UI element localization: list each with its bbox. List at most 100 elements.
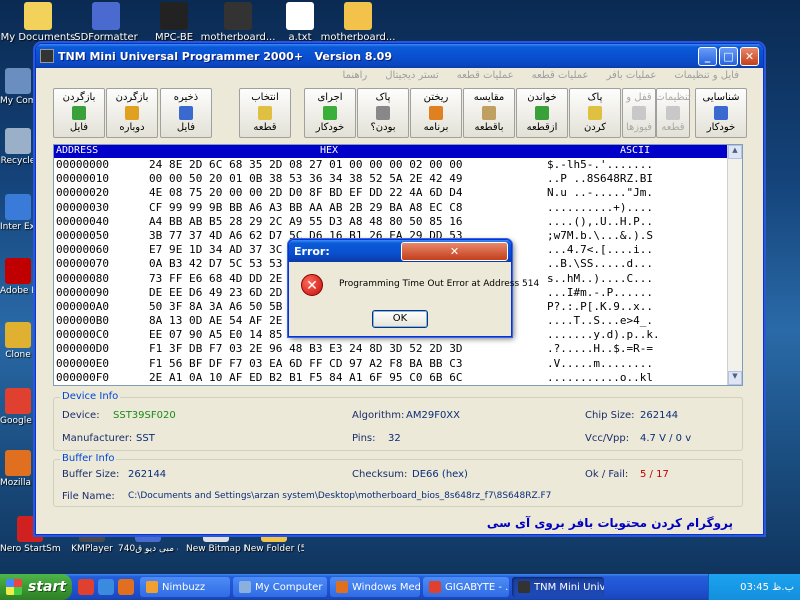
toolbar-button[interactable]: انتخاب قطعه xyxy=(239,88,291,138)
desktop-icon-label: My Documents xyxy=(0,32,76,43)
desktop-icon[interactable]: Recycle xyxy=(0,128,36,166)
toolbar-button[interactable]: بازگردن دوباره xyxy=(106,88,158,138)
hex-ascii: ..B.\SS.....d... xyxy=(547,257,653,271)
toolbar-button[interactable]: ریختن برنامه xyxy=(410,88,462,138)
file-icon xyxy=(224,2,252,30)
firefox-icon[interactable] xyxy=(118,579,134,595)
maximize-icon[interactable]: □ xyxy=(719,46,738,66)
menu-item[interactable]: عملیات بافر xyxy=(607,70,657,86)
desktop-icon[interactable]: SDFormatter xyxy=(68,2,144,43)
menu-item[interactable]: تستر دیجیتال xyxy=(385,70,438,86)
toolbar-button-label: فیوزها xyxy=(625,122,653,133)
close-icon[interactable]: ✕ xyxy=(740,46,759,66)
toolbar-button-label: ریختن xyxy=(423,92,449,103)
scroll-down-icon[interactable]: ▼ xyxy=(728,371,742,385)
desktop-icon-label: Mozilla F xyxy=(0,478,36,488)
hex-ascii: ....(),.U..H.P.. xyxy=(547,214,653,228)
scroll-up-icon[interactable]: ▲ xyxy=(728,145,742,159)
taskbar-task[interactable]: Windows Med... xyxy=(330,577,420,597)
hex-header: ADDRESS HEX ASCII xyxy=(54,145,742,158)
hex-address: 000000A0 xyxy=(56,299,109,313)
file-icon xyxy=(24,2,52,30)
toolbar-button[interactable]: قفل و فیوزها xyxy=(622,88,656,138)
hex-bytes: 24 8E 2D 6C 68 35 2D 08 27 01 00 00 00 0… xyxy=(149,158,463,171)
ok-button[interactable]: OK xyxy=(372,310,428,328)
desktop-icon[interactable]: My Documents xyxy=(0,2,76,43)
start-button[interactable]: start xyxy=(0,574,72,600)
toolbar-button[interactable]: ذخیره فایل xyxy=(160,88,212,138)
minimize-icon[interactable]: _ xyxy=(698,46,717,66)
task-buttons: Nimbuzz My Computer Windows Med... GIGABYTE… xyxy=(140,577,607,597)
toolbar-action-icon xyxy=(258,106,272,120)
menu-item[interactable]: راهنما xyxy=(343,70,368,86)
dialog-titlebar[interactable]: Error: ✕ xyxy=(289,240,511,262)
hex-bytes: F1 3F DB F7 03 2E 96 48 B3 E3 24 8D 3D 5… xyxy=(149,342,463,356)
menu-item[interactable]: عملیات قطعه xyxy=(532,70,589,86)
desktop-icon[interactable]: Inter Explo xyxy=(0,194,36,232)
desktop-icon[interactable]: Google C xyxy=(0,388,36,426)
toolbar-button[interactable]: پاک کردن xyxy=(569,88,621,138)
toolbar-button[interactable]: خواندن ازقطعه xyxy=(516,88,568,138)
taskbar-task[interactable]: Nimbuzz xyxy=(140,577,230,597)
taskbar-task[interactable]: My Computer xyxy=(233,577,327,597)
toolbar-button[interactable]: شناسایی خودکار xyxy=(695,88,747,138)
toolbar-button-label: اجرای xyxy=(317,92,343,103)
pins-label: Pins: xyxy=(352,433,376,444)
device-info-title: Device Info xyxy=(60,391,121,402)
desktop-icon[interactable]: Adobe R XI xyxy=(0,258,36,296)
hex-ascii: ..........+).... xyxy=(547,200,653,214)
desktop-icon-label: My Com xyxy=(0,96,36,106)
toolbar-button-label: خواندن xyxy=(527,92,557,103)
toolbar-action-icon xyxy=(535,106,549,120)
hex-row[interactable]: 00000010 00 00 50 20 01 0B 38 53 36 34 38… xyxy=(54,172,742,186)
desktop-icon-label: SDFormatter xyxy=(74,32,138,43)
toolbar-button-label: پاک xyxy=(587,92,603,103)
menu-item[interactable]: فایل و تنظیمات xyxy=(674,70,739,86)
toolbar-button[interactable]: بازگردن فایل xyxy=(53,88,105,138)
checksum-value: DE66 (hex) xyxy=(412,469,468,480)
toolbar-button-label: خودکار xyxy=(706,122,736,133)
desktop-icon-label: Inter Explo xyxy=(0,222,36,232)
chrome-icon[interactable] xyxy=(78,579,94,595)
hex-address: 00000090 xyxy=(56,285,109,299)
app-shortcut-icon xyxy=(5,194,31,220)
hex-row[interactable]: 00000020 4E 08 75 20 00 00 2D D0 8F BD EF… xyxy=(54,186,742,200)
hex-row[interactable]: 00000030 CF 99 99 9B BB A6 A3 BB AA AB 2B… xyxy=(54,201,742,215)
desktop-icon[interactable]: Mozilla F xyxy=(0,450,36,488)
toolbar-button[interactable]: اجرای خودکار xyxy=(304,88,356,138)
toolbar-button[interactable]: تنظیمات قطعه xyxy=(655,88,691,138)
hex-row[interactable]: 000000D0 F1 3F DB F7 03 2E 96 48 B3 E3 24… xyxy=(54,342,742,356)
windows-logo-icon xyxy=(6,579,22,595)
dialog-close-icon[interactable]: ✕ xyxy=(401,241,508,261)
toolbar-button-label: شناسایی xyxy=(702,92,740,103)
desktop-icon[interactable]: My Com xyxy=(0,68,36,106)
checksum-label: Checksum: xyxy=(352,469,408,480)
ie-icon[interactable] xyxy=(98,579,114,595)
hex-row[interactable]: 00000040 A4 BB AB B5 28 29 2C A9 55 D3 A8… xyxy=(54,215,742,229)
task-app-icon xyxy=(518,581,530,593)
hex-row[interactable]: 00000000 24 8E 2D 6C 68 35 2D 08 27 01 00… xyxy=(54,158,742,172)
hex-ascii: .V.....m........ xyxy=(547,356,653,370)
app-shortcut-icon xyxy=(5,128,31,154)
toolbar-action-icon xyxy=(482,106,496,120)
toolbar-action-icon xyxy=(588,106,602,120)
desktop-icon[interactable]: motherboard... xyxy=(320,2,396,43)
taskbar-task[interactable]: TNM Mini Univ... xyxy=(512,577,604,597)
hex-row[interactable]: 000000E0 F1 56 BF DF F7 03 EA 6D FF CD 97… xyxy=(54,357,742,371)
window-titlebar[interactable]: TNM Mini Universal Programmer 2000+ Vers… xyxy=(36,44,763,68)
desktop-icon[interactable]: Clone xyxy=(0,322,36,360)
algorithm-label: Algorithm: xyxy=(352,410,405,421)
toolbar-button[interactable]: مقایسه باقطعه xyxy=(463,88,515,138)
toolbar-button-label: ازقطعه xyxy=(526,122,558,133)
hex-row[interactable]: 000000F0 2E A1 0A 10 AF ED B2 B1 F5 84 A1… xyxy=(54,371,742,385)
app-shortcut-icon xyxy=(5,322,31,348)
menu-item[interactable]: عملیات قطعه xyxy=(457,70,514,86)
toolbar-button-label: کردن xyxy=(583,122,607,133)
toolbar-button[interactable]: پاک بودن؟ xyxy=(357,88,409,138)
hex-scrollbar[interactable]: ▲ ▼ xyxy=(727,145,742,385)
error-dialog: Error: ✕ ✕ Programming Time Out Error at… xyxy=(288,239,539,337)
hex-ascii: P?.:.P[.K.9..x.. xyxy=(547,299,653,313)
window-title: TNM Mini Universal Programmer 2000+ Vers… xyxy=(58,49,392,63)
menubar: فایل و تنظیمات عملیات بافر عملیات قطعه عملی… xyxy=(36,68,763,86)
taskbar-task[interactable]: GIGABYTE - ... xyxy=(423,577,509,597)
